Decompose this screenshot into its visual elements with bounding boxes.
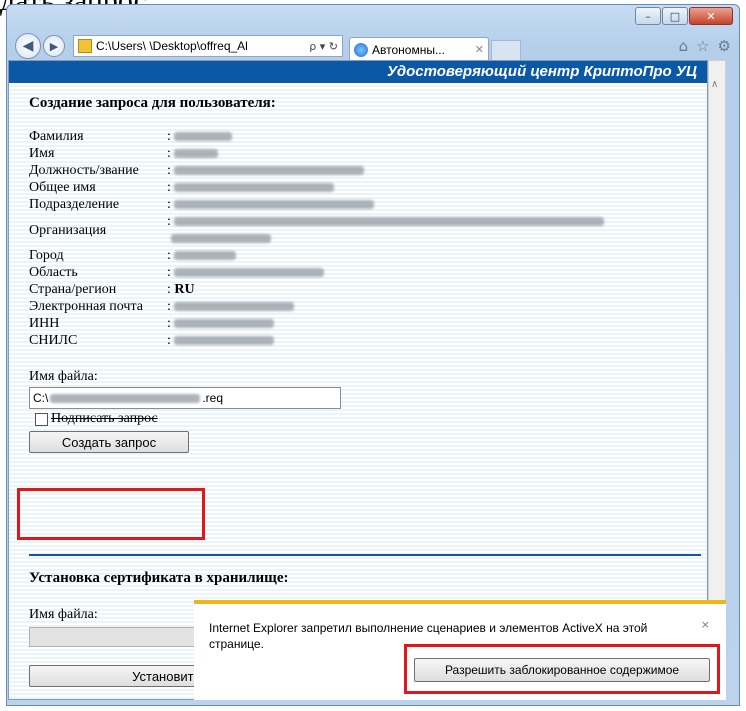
redacted-value [174,302,295,312]
field-value: : [167,332,637,349]
field-row: ИНН: [29,315,637,332]
file-path-prefix: C:\ [33,391,49,405]
sign-request-row: Подписать запрос [29,411,707,427]
allow-blocked-content-button[interactable]: Разрешить заблокированное содержимое [414,658,710,682]
sign-request-checkbox[interactable] [35,412,48,426]
field-label: Имя [29,146,55,161]
settings-icon[interactable]: ⚙ [718,37,731,55]
file2-name-label: Имя файла: [29,607,98,622]
tab-label: Автономны... [372,42,445,57]
field-value: : [167,315,637,332]
field-row: Организация: [29,213,637,247]
field-label: Должность/звание [29,163,139,178]
field-label: СНИЛС [29,333,78,348]
field-value: : [167,247,637,264]
field-label: Область [29,265,78,280]
new-tab-button[interactable] [491,40,521,61]
redacted-value [174,251,237,261]
section-create-request-title: Создание запроса для пользователя: [29,95,276,111]
address-bar[interactable]: C:\Users\ \Desktop\offreq_Al ρ ▾ ↻ [73,35,343,57]
ie-icon [354,42,368,57]
home-icon[interactable]: ⌂ [679,37,689,55]
favorites-icon[interactable]: ☆ [696,37,709,55]
redacted-value [174,200,375,210]
redacted-value [174,166,365,176]
field-value: : [167,196,637,213]
notification-close-icon[interactable]: × [701,618,710,631]
toolbar-icons: ⌂ ☆ ⚙ [679,37,731,55]
redacted-value [174,183,335,193]
window-controls: – □ ✕ [634,7,733,25]
section-install-cert-title: Установка сертификата в хранилище: [29,570,289,586]
page-banner: Удостоверяющий центр КриптоПро УЦ [9,61,707,83]
file-path-blurred [50,393,201,403]
notification-text: Internet Explorer запретил выполнение сц… [209,621,648,651]
tab-close-icon[interactable]: ✕ [475,43,484,56]
field-row: СНИЛС: [29,332,637,349]
field-value: : [167,213,637,247]
field-label: Организация [29,222,107,238]
redacted-value [174,319,275,329]
redacted-value [174,336,275,346]
field-value: : [167,128,637,145]
field-row: Область: [29,264,637,281]
forward-icon[interactable]: ▶ [43,35,65,57]
address-tools[interactable]: ρ ▾ ↻ [309,40,338,53]
field-value: : [167,298,637,315]
back-icon[interactable]: ◀ [15,33,41,59]
field-value: : RU [167,282,195,297]
file-path-suffix: .req [202,391,224,405]
field-row: Страна/регион : RU [29,281,637,298]
close-window-button[interactable]: ✕ [689,7,733,25]
address-url: C:\Users\ \Desktop\offreq_Al [96,39,248,53]
field-row: Подразделение: [29,196,637,213]
highlight-create-request [17,488,205,540]
field-label: Страна/регион [29,282,117,297]
scroll-up-icon[interactable]: ∧ [711,79,718,90]
maximize-button[interactable]: □ [662,7,688,25]
field-row: Общее имя: [29,179,637,196]
field-label: Фамилия [29,129,84,144]
tab-autonomous[interactable]: Автономны... ✕ [349,37,489,61]
field-value-text: RU [174,282,195,297]
redacted-value [174,268,325,278]
field-label: Подразделение [29,197,120,212]
field-value: : [167,264,637,281]
field-label: Общее имя [29,180,96,195]
file-name-input[interactable]: C:\ .req [29,387,341,409]
redacted-value [174,149,219,159]
redacted-value [171,234,271,244]
navigation-bar: ◀ ▶ C:\Users\ \Desktop\offreq_Al ρ ▾ ↻ А… [15,31,731,61]
field-value: : [167,162,637,179]
create-request-button[interactable]: Создать запрос [29,431,189,453]
redacted-value [174,132,233,142]
minimize-button[interactable]: – [635,7,661,25]
field-row: Фамилия: [29,128,637,145]
field-row: Должность/звание: [29,162,637,179]
section-separator [29,554,701,556]
field-value: : [167,179,637,196]
field-label: Город [29,248,64,263]
redacted-value [174,217,605,227]
sign-request-label: Подписать запрос [51,411,158,426]
page-icon [78,39,92,53]
field-value: : [167,145,637,162]
file-name-label: Имя файла: [29,369,98,384]
field-label: ИНН [29,316,60,331]
activex-notification-bar: Internet Explorer запретил выполнение сц… [194,600,726,700]
field-row: Электронная почта: [29,298,637,315]
field-row: Имя: [29,145,637,162]
field-label: Электронная почта [29,299,143,314]
user-fields-table: Фамилия: Имя: Должность/звание: Общее им… [29,128,637,349]
field-row: Город: [29,247,637,264]
